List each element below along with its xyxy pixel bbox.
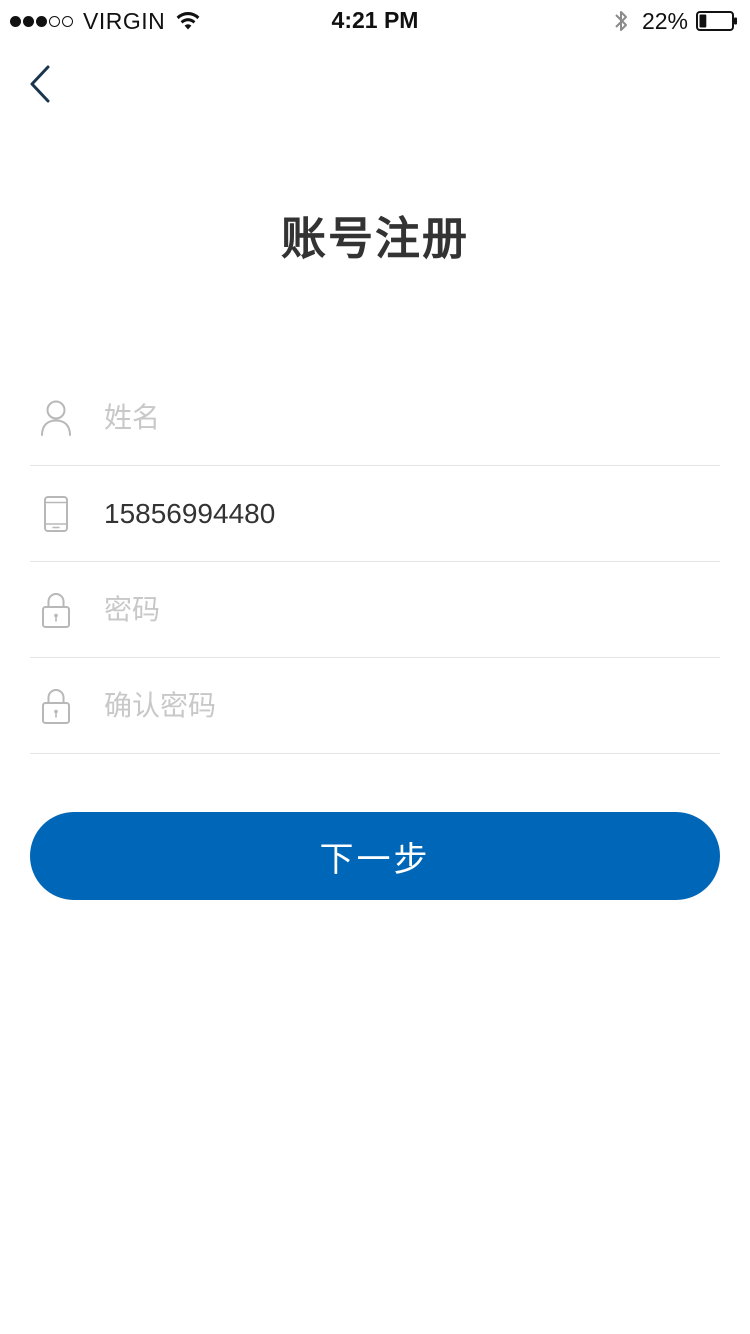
confirm-password-input[interactable] xyxy=(104,680,720,731)
phone-field-row xyxy=(30,466,720,562)
registration-form xyxy=(30,370,720,754)
page-title: 账号注册 xyxy=(280,212,469,265)
next-step-button[interactable]: 下一步 xyxy=(30,812,720,900)
user-icon xyxy=(40,398,72,438)
chevron-left-icon xyxy=(30,65,50,103)
status-bar-right: 22% xyxy=(612,7,738,35)
back-button[interactable] xyxy=(22,62,62,108)
password-input[interactable] xyxy=(104,584,720,635)
battery-icon xyxy=(696,11,738,31)
lock-icon xyxy=(40,686,72,726)
name-input[interactable] xyxy=(104,392,720,443)
battery-percentage: 22% xyxy=(641,7,688,34)
phone-input[interactable] xyxy=(104,488,720,539)
lock-icon xyxy=(40,590,72,630)
name-field-row xyxy=(30,370,720,466)
bluetooth-icon xyxy=(612,8,642,34)
confirm-password-field-row xyxy=(30,658,720,754)
password-field-row xyxy=(30,562,720,658)
status-bar: VIRGIN 4:21 PM 22% xyxy=(0,0,750,40)
phone-icon xyxy=(40,494,72,534)
